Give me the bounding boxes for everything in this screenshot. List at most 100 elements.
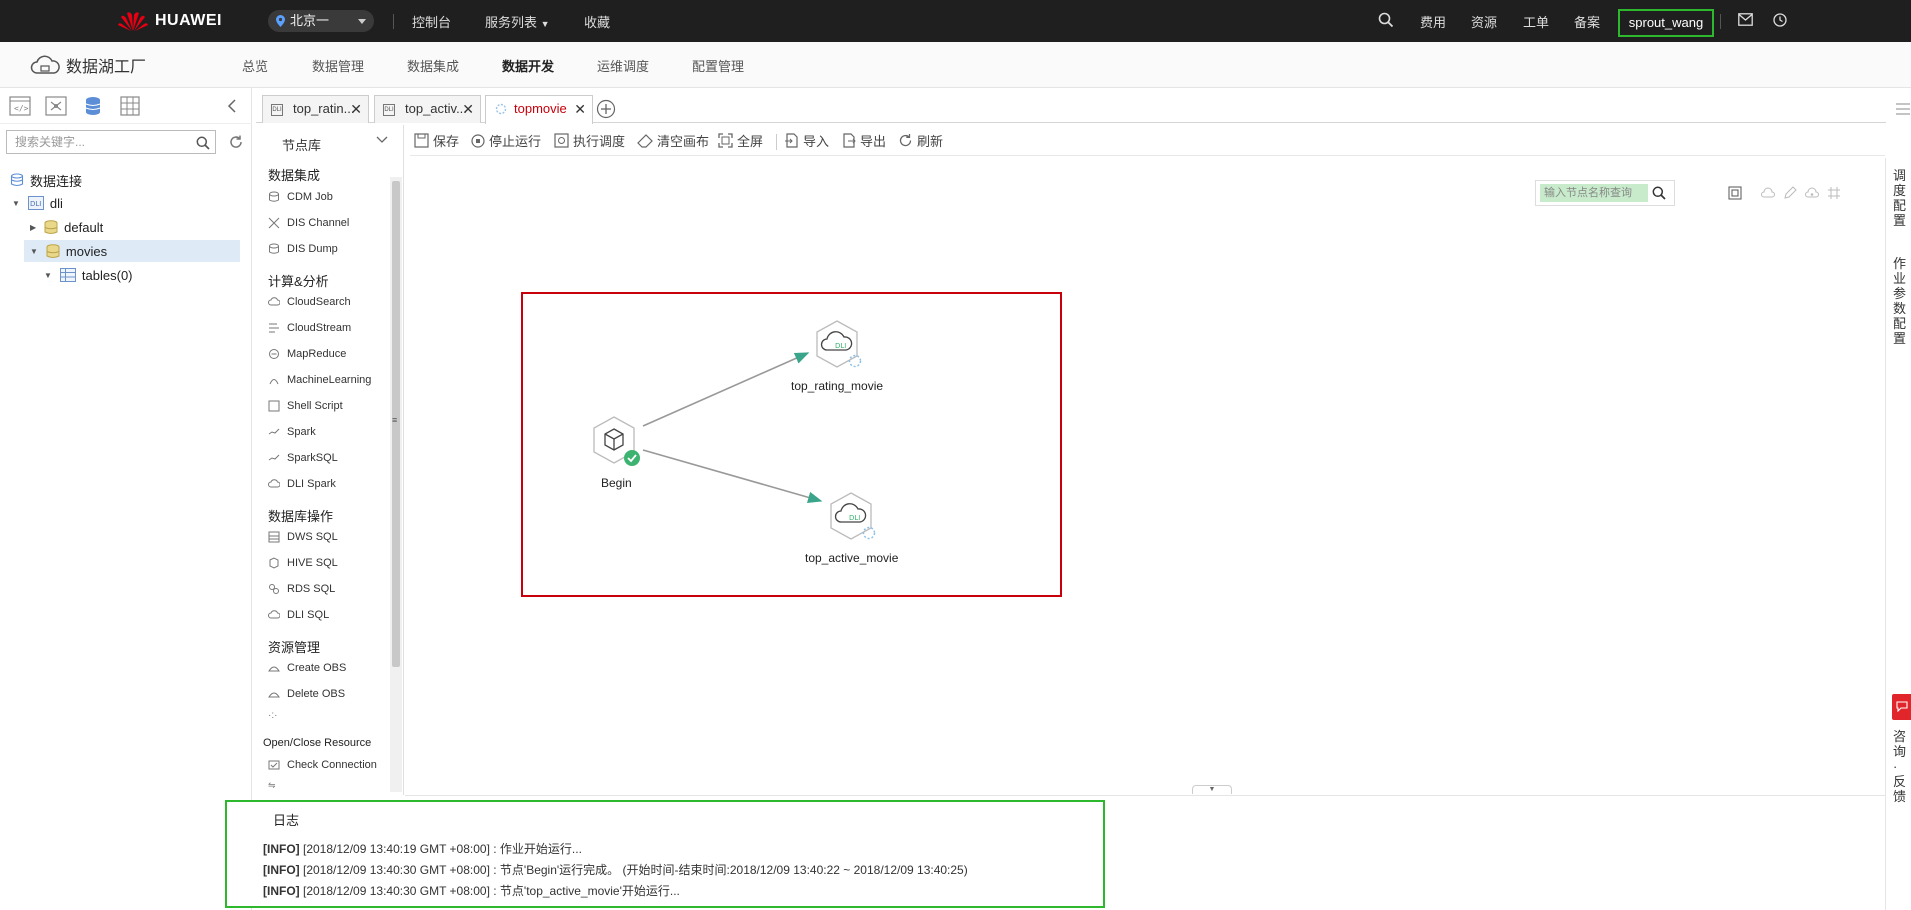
node-item-create-obs[interactable]: Create OBS xyxy=(268,662,346,674)
clock-icon[interactable] xyxy=(1773,13,1787,27)
menu-overview[interactable]: 总览 xyxy=(242,56,268,75)
node-item-dis-channel[interactable]: DIS Channel xyxy=(268,217,349,229)
tab-top-active[interactable]: DLI top_activ... ✕ xyxy=(374,95,481,123)
fullscreen-button[interactable]: 全屏 xyxy=(718,131,763,150)
node-search-box[interactable]: 输入节点名称查询 xyxy=(1535,180,1675,206)
close-icon[interactable]: ✕ xyxy=(350,96,362,122)
button-label: 保存 xyxy=(433,134,460,149)
link-tickets[interactable]: 工单 xyxy=(1523,12,1549,31)
node-item-sparksql[interactable]: SparkSQL xyxy=(268,452,338,464)
node-item-label: MachineLearning xyxy=(287,374,372,386)
menu-data-management[interactable]: 数据管理 xyxy=(312,56,364,75)
dag-node-top-active-movie[interactable]: DLI xyxy=(827,491,876,541)
node-library-scrollbar[interactable] xyxy=(390,177,402,792)
tree-item-movies[interactable]: ▼ movies xyxy=(24,240,240,262)
node-library-header[interactable]: 节点库 xyxy=(256,129,404,155)
node-item-rds-sql[interactable]: RDS SQL xyxy=(268,583,335,595)
resize-handle-icon[interactable]: ≡ xyxy=(392,415,397,425)
import-button[interactable]: 导入 xyxy=(784,131,829,150)
script-icon[interactable]: </> xyxy=(9,96,31,116)
node-item-spark[interactable]: Spark xyxy=(268,426,316,438)
refresh-icon[interactable] xyxy=(228,134,244,150)
table-icon[interactable] xyxy=(119,96,141,116)
search-icon[interactable] xyxy=(1378,12,1394,28)
node-item-machinelearning[interactable]: MachineLearning xyxy=(268,374,371,386)
menu-config-management[interactable]: 配置管理 xyxy=(692,56,744,75)
tab-top-rating[interactable]: DLI top_ratin... ✕ xyxy=(262,95,369,123)
dag-canvas[interactable]: 输入节点名称查询 Begin DLI top_rating_movie DLI … xyxy=(405,158,1885,794)
close-icon[interactable]: ✕ xyxy=(462,96,474,122)
caret-down-icon[interactable]: ▼ xyxy=(30,247,38,256)
link-resources[interactable]: 资源 xyxy=(1471,12,1497,31)
cloud-upload-icon[interactable] xyxy=(1761,186,1775,200)
dag-node-top-rating-movie[interactable]: DLI xyxy=(813,319,862,369)
nav-favorites[interactable]: 收藏 xyxy=(584,12,610,31)
huawei-flower-icon xyxy=(118,12,148,32)
log-toggle-handle[interactable]: ▼ xyxy=(1192,785,1232,794)
caret-down-icon[interactable]: ▼ xyxy=(12,199,20,208)
search-icon[interactable] xyxy=(1652,186,1666,200)
refresh-button[interactable]: 刷新 xyxy=(898,131,943,150)
job-icon[interactable] xyxy=(45,96,67,116)
check-connection-icon xyxy=(268,760,280,770)
menu-lines-icon[interactable] xyxy=(1896,103,1910,115)
region-selector[interactable]: 北京一 xyxy=(268,10,374,32)
caret-down-icon[interactable]: ▼ xyxy=(44,271,52,280)
node-item-shell-script[interactable]: Shell Script xyxy=(268,400,343,412)
tree-item-default[interactable]: ▶ default xyxy=(30,216,103,238)
fit-view-icon[interactable] xyxy=(1728,186,1742,200)
save-button[interactable]: 保存 xyxy=(414,131,459,150)
node-item-dis-dump[interactable]: DIS Dump xyxy=(268,243,338,255)
add-tab-icon[interactable] xyxy=(596,99,616,119)
clear-canvas-button[interactable]: 清空画布 xyxy=(637,131,709,150)
tree-item-dli[interactable]: ▼ DLI dli xyxy=(12,192,63,214)
tree-search-input[interactable]: 搜索关键字... xyxy=(6,130,216,154)
cloud-settings-icon[interactable] xyxy=(1805,186,1819,200)
node-item-check-connection[interactable]: Check Connection xyxy=(268,759,377,771)
tree-root-data-connection[interactable]: 数据连接 xyxy=(10,169,82,191)
nav-console[interactable]: 控制台 xyxy=(412,12,451,31)
link-billing[interactable]: 费用 xyxy=(1420,12,1446,31)
link-filing[interactable]: 备案 xyxy=(1574,12,1600,31)
node-item-dws-sql[interactable]: DWS SQL xyxy=(268,531,338,543)
node-item-dli-spark[interactable]: DLI Spark xyxy=(268,478,336,490)
caret-right-icon[interactable]: ▶ xyxy=(30,223,36,232)
node-item-delete-obs[interactable]: Delete OBS xyxy=(268,688,345,700)
export-button[interactable]: 导出 xyxy=(841,131,886,150)
node-item-label: DIS Dump xyxy=(287,243,338,255)
tab-topmovie[interactable]: topmovie ✕ xyxy=(485,95,593,124)
node-item-cdm-job[interactable]: CDM Job xyxy=(268,191,333,203)
menu-ops-scheduling[interactable]: 运维调度 xyxy=(597,56,649,75)
tab-schedule-config[interactable]: 调度配置 xyxy=(1893,168,1907,228)
node-item-cloudsearch[interactable]: CloudSearch xyxy=(268,296,351,308)
dag-node-begin[interactable] xyxy=(591,415,640,466)
consult-feedback-button[interactable] xyxy=(1892,694,1911,720)
menu-data-development[interactable]: 数据开发 xyxy=(502,56,554,75)
node-item-hive-sql[interactable]: HIVE SQL xyxy=(268,557,338,569)
product-brand[interactable]: 数据湖工厂 xyxy=(30,53,146,77)
button-label: 导出 xyxy=(860,134,887,149)
edit-icon[interactable] xyxy=(1783,186,1797,200)
tab-job-params-config[interactable]: 作业参数配置 xyxy=(1893,256,1907,346)
user-account-button[interactable]: sprout_wang xyxy=(1618,9,1714,37)
nav-service-list[interactable]: 服务列表 ▼ xyxy=(485,12,550,31)
collapse-left-icon[interactable] xyxy=(226,96,238,116)
huawei-logo[interactable]: HUAWEI xyxy=(117,8,222,34)
node-item-label: DLI Spark xyxy=(287,478,336,490)
database-icon[interactable] xyxy=(82,96,104,116)
node-search-input[interactable]: 输入节点名称查询 xyxy=(1540,184,1648,202)
node-item-mapreduce[interactable]: MapReduce xyxy=(268,348,346,360)
node-item-cloudstream[interactable]: CloudStream xyxy=(268,322,351,334)
search-icon[interactable] xyxy=(196,136,210,150)
close-icon[interactable]: ✕ xyxy=(574,96,586,122)
node-item-dli-sql[interactable]: DLI SQL xyxy=(268,609,329,621)
tree-item-tables[interactable]: ▼ tables(0) xyxy=(44,264,133,286)
connection-db-icon xyxy=(10,173,24,187)
execute-schedule-button[interactable]: 执行调度 xyxy=(554,131,625,150)
menu-data-integration[interactable]: 数据集成 xyxy=(407,56,459,75)
mail-icon[interactable] xyxy=(1738,13,1753,26)
consult-feedback-label[interactable]: 咨询·反馈 xyxy=(1893,729,1907,804)
stop-run-button[interactable]: 停止运行 xyxy=(471,131,541,150)
grid-icon[interactable] xyxy=(1827,186,1841,200)
schedule-icon xyxy=(554,133,569,148)
